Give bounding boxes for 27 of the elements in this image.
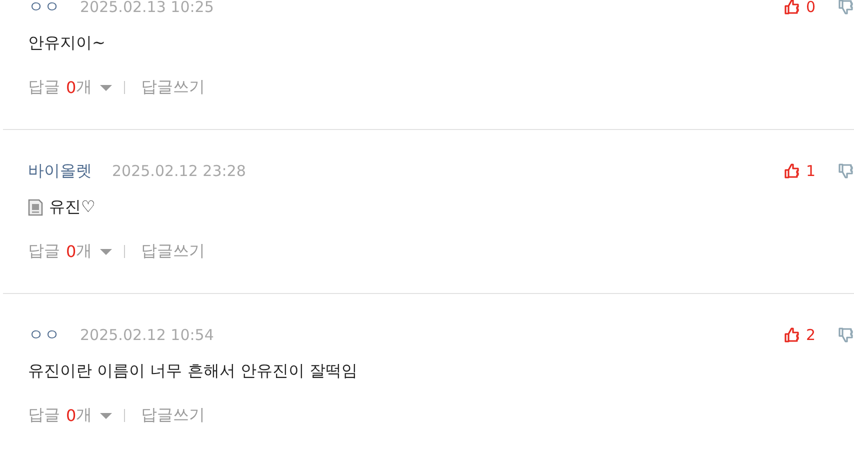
replies-toggle[interactable]: 답글 0개 — [28, 405, 112, 426]
comment-date: 2025.02.13 10:25 — [80, 0, 214, 16]
replies-toggle[interactable]: 답글 0개 — [28, 77, 112, 98]
like-count: 1 — [806, 162, 817, 180]
author-name[interactable]: ㅇㅇ — [28, 324, 60, 346]
comment-date: 2025.02.12 23:28 — [112, 162, 246, 180]
comment-date: 2025.02.12 10:54 — [80, 326, 214, 344]
thumbs-down-icon[interactable] — [838, 163, 854, 179]
write-reply-link[interactable]: 답글쓰기 — [141, 241, 206, 262]
author-name[interactable]: 바이올렛 — [28, 160, 92, 182]
caret-icon[interactable] — [100, 412, 112, 420]
thumbs-down-icon[interactable] — [838, 327, 854, 343]
thumbs-down-icon[interactable] — [838, 0, 854, 15]
comment-text: 유진이란 이름이 너무 흔해서 안유진이 잘떡임 — [28, 360, 358, 382]
thumbs-up-icon[interactable] — [784, 327, 800, 343]
like-count: 2 — [806, 326, 817, 344]
replies-toggle[interactable]: 답글 0개 — [28, 241, 112, 262]
thumbs-up-icon[interactable] — [784, 163, 800, 179]
caret-icon[interactable] — [100, 248, 112, 256]
comment-text: 안유지이~ — [28, 32, 106, 54]
caret-icon[interactable] — [100, 84, 112, 92]
like-count: 0 — [806, 0, 817, 16]
thumbs-up-icon[interactable] — [784, 0, 800, 15]
author-name[interactable]: ㅇㅇ — [28, 0, 60, 18]
write-reply-link[interactable]: 답글쓰기 — [141, 77, 206, 98]
write-reply-link[interactable]: 답글쓰기 — [141, 405, 206, 426]
comment-text: 유진♡ — [49, 196, 96, 218]
